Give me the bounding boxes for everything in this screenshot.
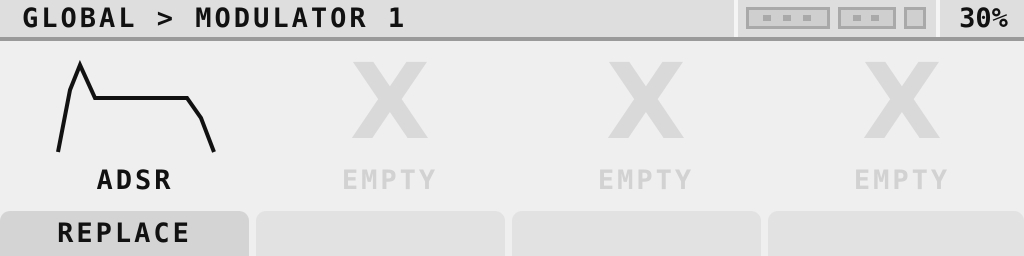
adsr-envelope-icon: [15, 50, 255, 160]
header-divider: [734, 0, 738, 41]
x-icon: X: [349, 41, 431, 163]
replace-button[interactable]: REPLACE: [0, 211, 249, 256]
modulator-slot-4[interactable]: X EMPTY: [782, 41, 1022, 200]
slot-label: ADSR: [96, 164, 174, 196]
battery-percent: 30%: [959, 3, 1008, 34]
softkey-4[interactable]: [768, 211, 1024, 256]
softkey-2[interactable]: [256, 211, 505, 256]
slot-label: EMPTY: [853, 164, 951, 196]
status-bar: GLOBAL > MODULATOR 1 30%: [0, 0, 1024, 41]
slot-label: EMPTY: [597, 164, 695, 196]
header-divider: [936, 0, 940, 41]
modulator-slot-2[interactable]: X EMPTY: [270, 41, 510, 200]
modulator-slot-3[interactable]: X EMPTY: [526, 41, 766, 200]
softkey-3[interactable]: [512, 211, 761, 256]
battery-indicator-icon: [742, 0, 934, 37]
x-icon: X: [861, 41, 943, 163]
slot-label: EMPTY: [341, 164, 439, 196]
modulator-slot-1[interactable]: ADSR: [15, 50, 255, 200]
breadcrumb: GLOBAL > MODULATOR 1: [22, 3, 408, 34]
x-icon: X: [605, 41, 687, 163]
